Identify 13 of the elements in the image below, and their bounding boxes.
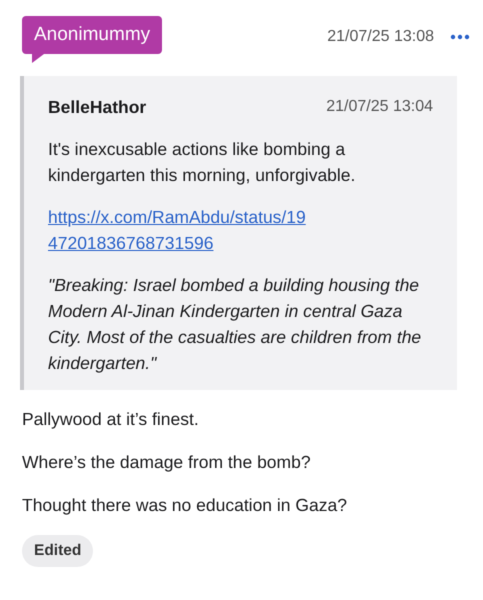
reply-text: Thought there was no education in Gaza? <box>22 494 348 517</box>
author-name-tag[interactable]: Anonimummy <box>22 16 162 54</box>
quote-link[interactable]: https://x.com/RamAbdu/status/1947201836768731596 <box>48 204 306 256</box>
reply-text: Where’s the damage from the bomb? <box>22 451 312 474</box>
reply-text: Pallywood at it’s finest. <box>22 408 200 431</box>
post-timestamp: 21/07/25 13:08 <box>327 27 434 47</box>
quote-author: BelleHathor <box>48 96 146 119</box>
embedded-quote-text: "Breaking: Israel bombed a building housing the Modern Al-Jinan Kindergarten in central Gaza City. Most of the casualties are children from the kindergarten." <box>48 274 422 375</box>
quote-text: It's inexcusable actions like bombing a kindergarten this morning, unforgivable. <box>48 138 356 187</box>
edited-label: Edited <box>22 535 94 567</box>
quote-timestamp: 21/07/25 13:04 <box>326 97 433 117</box>
more-options-icon[interactable] <box>450 34 470 40</box>
speech-tail-icon <box>32 54 44 63</box>
